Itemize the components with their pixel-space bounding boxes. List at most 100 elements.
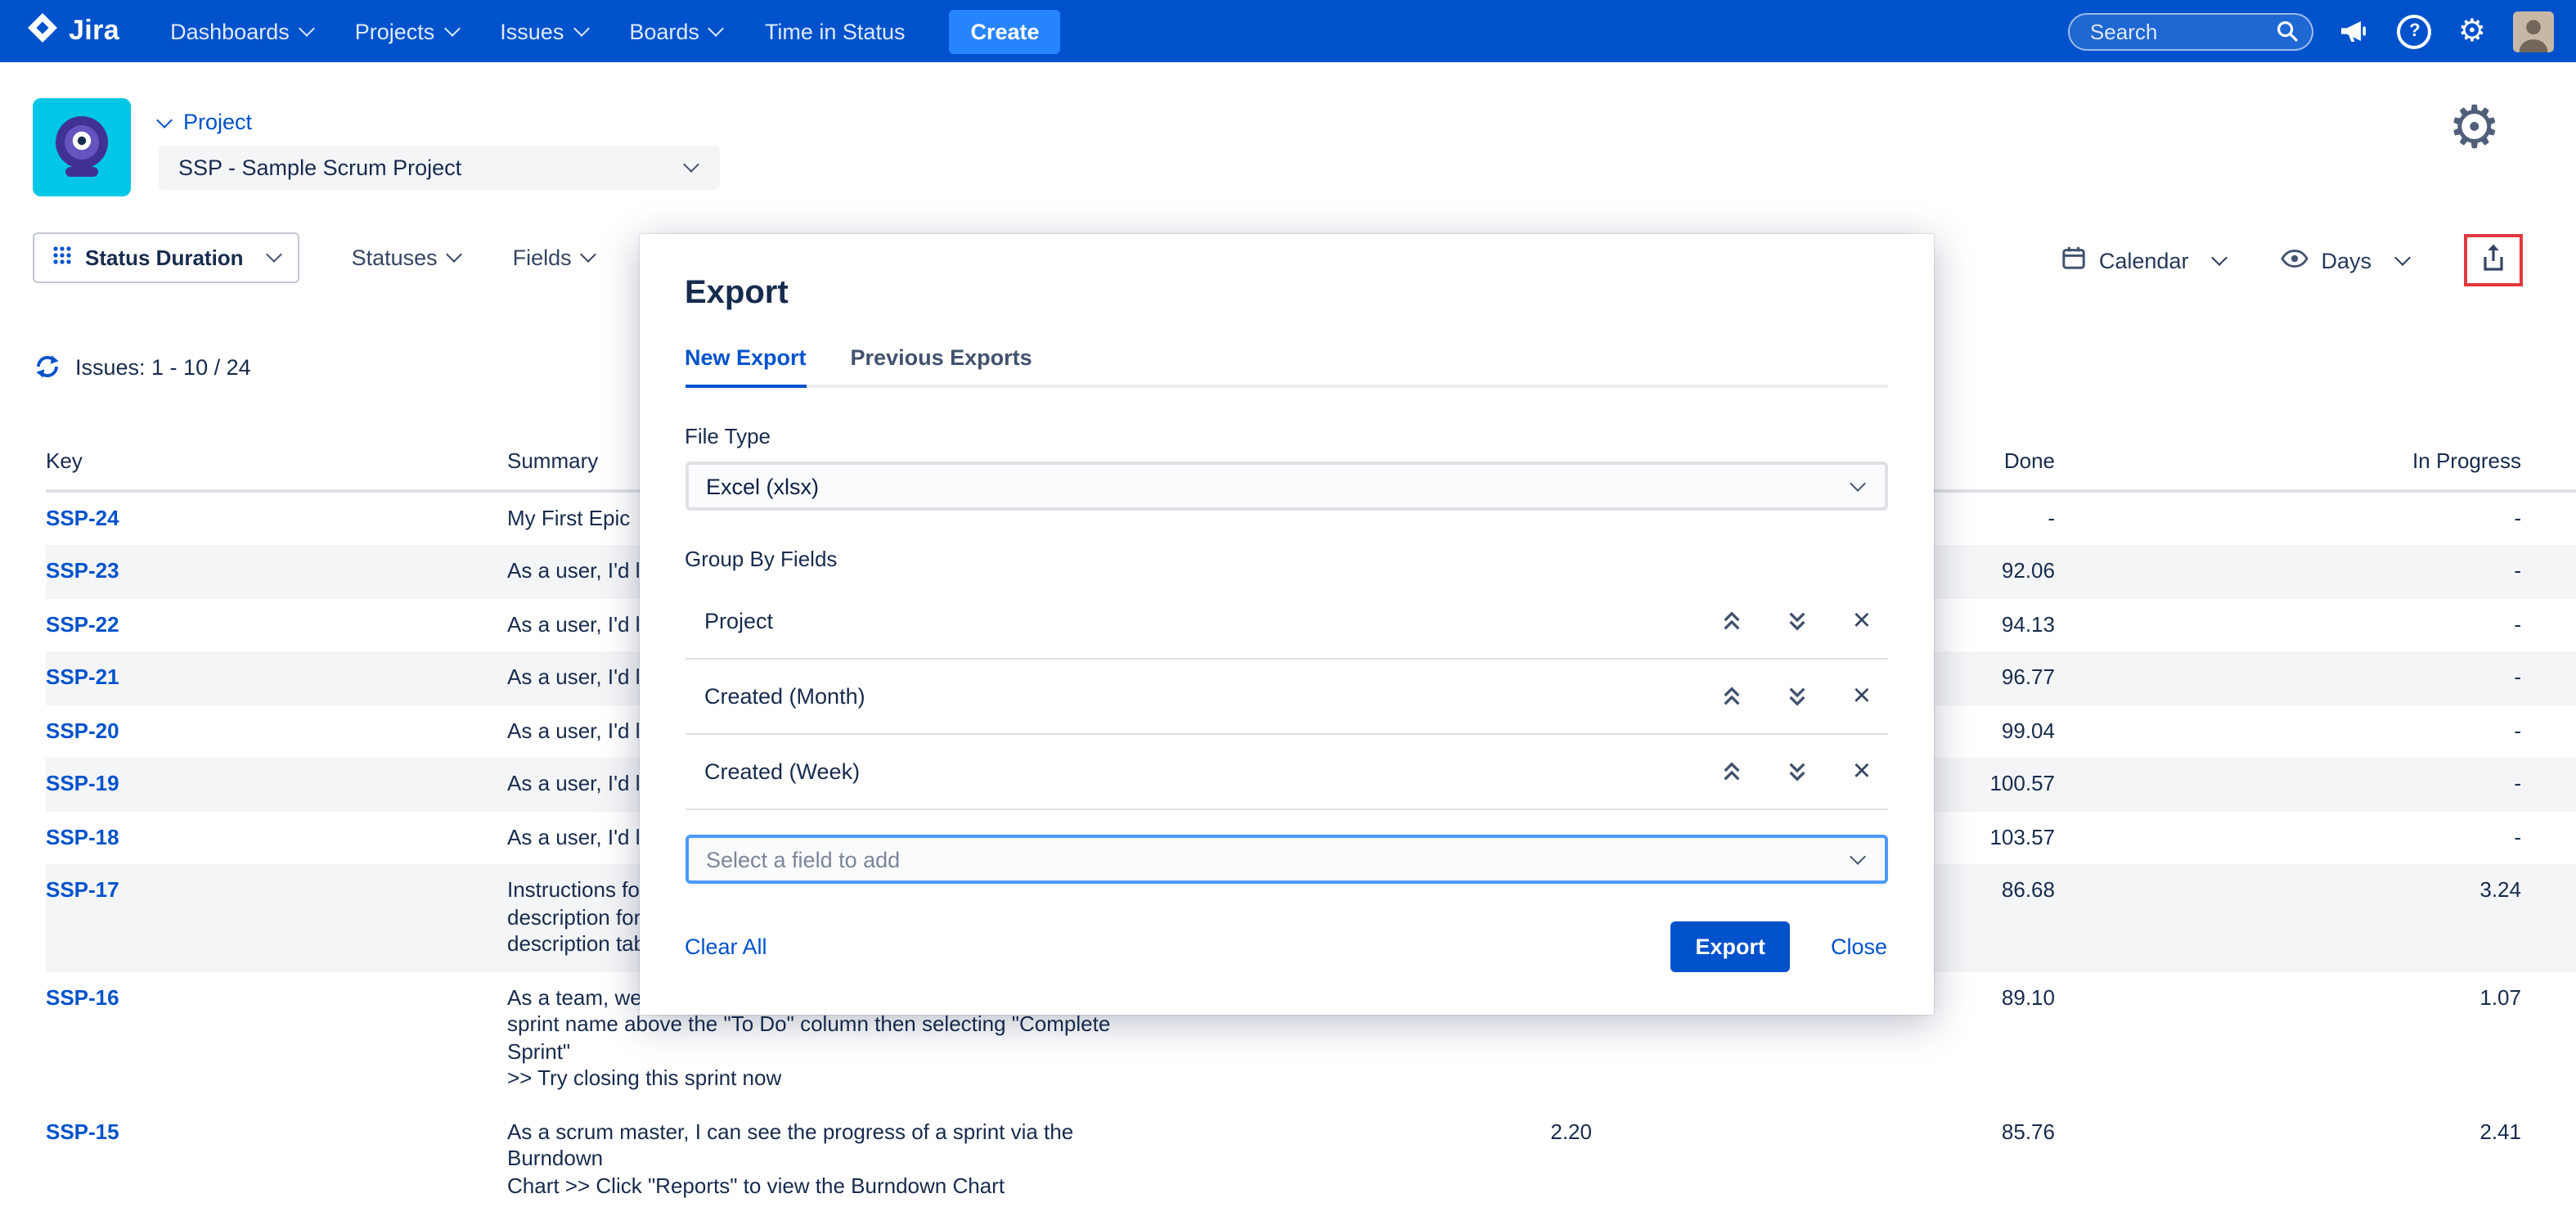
nav-item-projects[interactable]: Projects (337, 19, 476, 43)
export-icon (2479, 243, 2506, 277)
double-chevron-down-icon (1787, 761, 1809, 782)
remove-field-button[interactable]: × (1853, 761, 1871, 782)
remove-field-button[interactable]: × (1853, 686, 1871, 707)
fields-label: Fields (513, 245, 572, 270)
file-type-label: File Type (685, 424, 1887, 448)
in-progress-cell: 2.41 (2055, 1106, 2521, 1159)
move-to-bottom-button[interactable] (1787, 761, 1809, 782)
double-chevron-down-icon (1787, 610, 1809, 632)
issue-key-link[interactable]: SSP-24 (46, 505, 119, 529)
table-row: SSP-15 As a scrum master, I can see the … (46, 1106, 2576, 1213)
file-type-value: Excel (xlsx) (706, 474, 819, 498)
add-field-placeholder: Select a field to add (706, 847, 900, 871)
breadcrumb-project[interactable]: Project (159, 110, 252, 134)
settings-gear-icon[interactable]: ⚙ (2458, 16, 2486, 47)
add-field-select[interactable]: Select a field to add (685, 835, 1887, 884)
nav-item-label: Issues (500, 19, 564, 43)
close-x-icon: × (1853, 686, 1871, 707)
issues-counter: Issues: 1 - 10 / 24 (75, 354, 251, 379)
close-button[interactable]: Close (1831, 935, 1887, 959)
days-dropdown[interactable]: Days (2280, 248, 2407, 272)
clear-all-button[interactable]: Clear All (685, 935, 767, 959)
status-duration-dropdown[interactable]: Status Duration (33, 232, 299, 283)
move-to-bottom-button[interactable] (1787, 610, 1809, 632)
double-chevron-up-icon (1722, 610, 1743, 632)
nav-item-dashboards[interactable]: Dashboards (152, 19, 330, 43)
issue-key-link[interactable]: SSP-19 (46, 771, 119, 795)
jira-logo[interactable]: Jira (26, 11, 119, 52)
move-to-top-button[interactable] (1722, 610, 1743, 632)
issue-key-link[interactable]: SSP-16 (46, 984, 119, 1009)
issue-key-link[interactable]: SSP-23 (46, 558, 119, 583)
close-x-icon: × (1853, 761, 1871, 782)
issue-key-link[interactable]: SSP-15 (46, 1119, 119, 1143)
help-icon[interactable]: ? (2398, 14, 2432, 48)
double-chevron-down-icon (1787, 686, 1809, 707)
announcement-icon[interactable] (2340, 18, 2371, 44)
project-avatar[interactable] (33, 98, 131, 196)
tab-new-export[interactable]: New Export (685, 345, 807, 388)
status-duration-label: Status Duration (85, 245, 244, 270)
status-value-cell: 2.20 (1194, 1106, 1592, 1159)
in-progress-cell: 1.07 (2055, 971, 2521, 1025)
close-x-icon: × (1853, 610, 1871, 632)
chevron-down-icon (2394, 249, 2410, 265)
chevron-down-icon (581, 246, 597, 263)
issue-key-link[interactable]: SSP-18 (46, 824, 119, 849)
move-to-bottom-button[interactable] (1787, 686, 1809, 707)
in-progress-cell: - (2055, 545, 2521, 598)
nav-item-issues[interactable]: Issues (482, 19, 605, 43)
chevron-down-icon (708, 20, 725, 36)
chevron-down-icon (1849, 848, 1865, 864)
breadcrumb-label: Project (183, 110, 252, 134)
top-navigation: Jira Dashboards Projects Issues Boards T… (0, 0, 2576, 62)
project-select-value: SSP - Sample Scrum Project (178, 155, 461, 180)
chevron-down-icon (443, 20, 460, 36)
nav-item-label: Projects (355, 19, 435, 43)
issue-key-link[interactable]: SSP-22 (46, 611, 119, 636)
in-progress-cell: - (2055, 651, 2521, 705)
export-button[interactable] (2463, 234, 2522, 286)
export-tabs: New Export Previous Exports (685, 345, 1887, 388)
issue-key-link[interactable]: SSP-20 (46, 718, 119, 742)
group-field-name: Project (704, 609, 1678, 633)
file-type-select[interactable]: Excel (xlsx) (685, 462, 1887, 511)
refresh-button[interactable] (34, 354, 61, 380)
tab-previous-exports[interactable]: Previous Exports (851, 345, 1032, 385)
user-avatar[interactable] (2512, 11, 2553, 52)
export-submit-button[interactable]: Export (1670, 921, 1790, 972)
chevron-down-icon (156, 111, 173, 128)
chevron-down-icon (2211, 249, 2228, 265)
move-to-top-button[interactable] (1722, 686, 1743, 707)
statuses-label: Statuses (352, 245, 438, 270)
calendar-dropdown[interactable]: Calendar (2061, 245, 2225, 275)
column-header-key[interactable]: Key (46, 442, 507, 475)
search-icon (2277, 19, 2300, 50)
chevron-down-icon (573, 20, 589, 36)
group-field-name: Created (Month) (704, 684, 1678, 709)
project-select[interactable]: SSP - Sample Scrum Project (159, 146, 720, 190)
in-progress-cell: - (2055, 492, 2521, 545)
chevron-down-icon (683, 156, 699, 173)
double-chevron-up-icon (1722, 686, 1743, 707)
chevron-down-icon (266, 246, 282, 263)
remove-field-button[interactable]: × (1853, 610, 1871, 632)
nav-item-label: Boards (629, 19, 699, 43)
double-chevron-up-icon (1722, 761, 1743, 782)
days-label: Days (2321, 248, 2371, 272)
move-to-top-button[interactable] (1722, 761, 1743, 782)
fields-dropdown[interactable]: Fields (513, 245, 595, 270)
issue-key-link[interactable]: SSP-21 (46, 664, 119, 689)
nav-item-time-in-status[interactable]: Time in Status (747, 19, 924, 43)
column-header-in-progress[interactable]: In Progress (2055, 442, 2521, 475)
in-progress-cell: - (2055, 811, 2521, 864)
report-settings-gear-icon[interactable]: ⚙ (2448, 98, 2501, 157)
issue-key-link[interactable]: SSP-17 (46, 877, 119, 902)
calendar-label: Calendar (2099, 248, 2189, 272)
statuses-dropdown[interactable]: Statuses (352, 245, 461, 270)
done-cell: 85.76 (1592, 1106, 2055, 1159)
project-header: Project SSP - Sample Scrum Project ⚙ (0, 62, 2576, 218)
nav-item-boards[interactable]: Boards (611, 19, 740, 43)
create-button[interactable]: Create (949, 9, 1060, 53)
grid-icon (52, 245, 72, 270)
